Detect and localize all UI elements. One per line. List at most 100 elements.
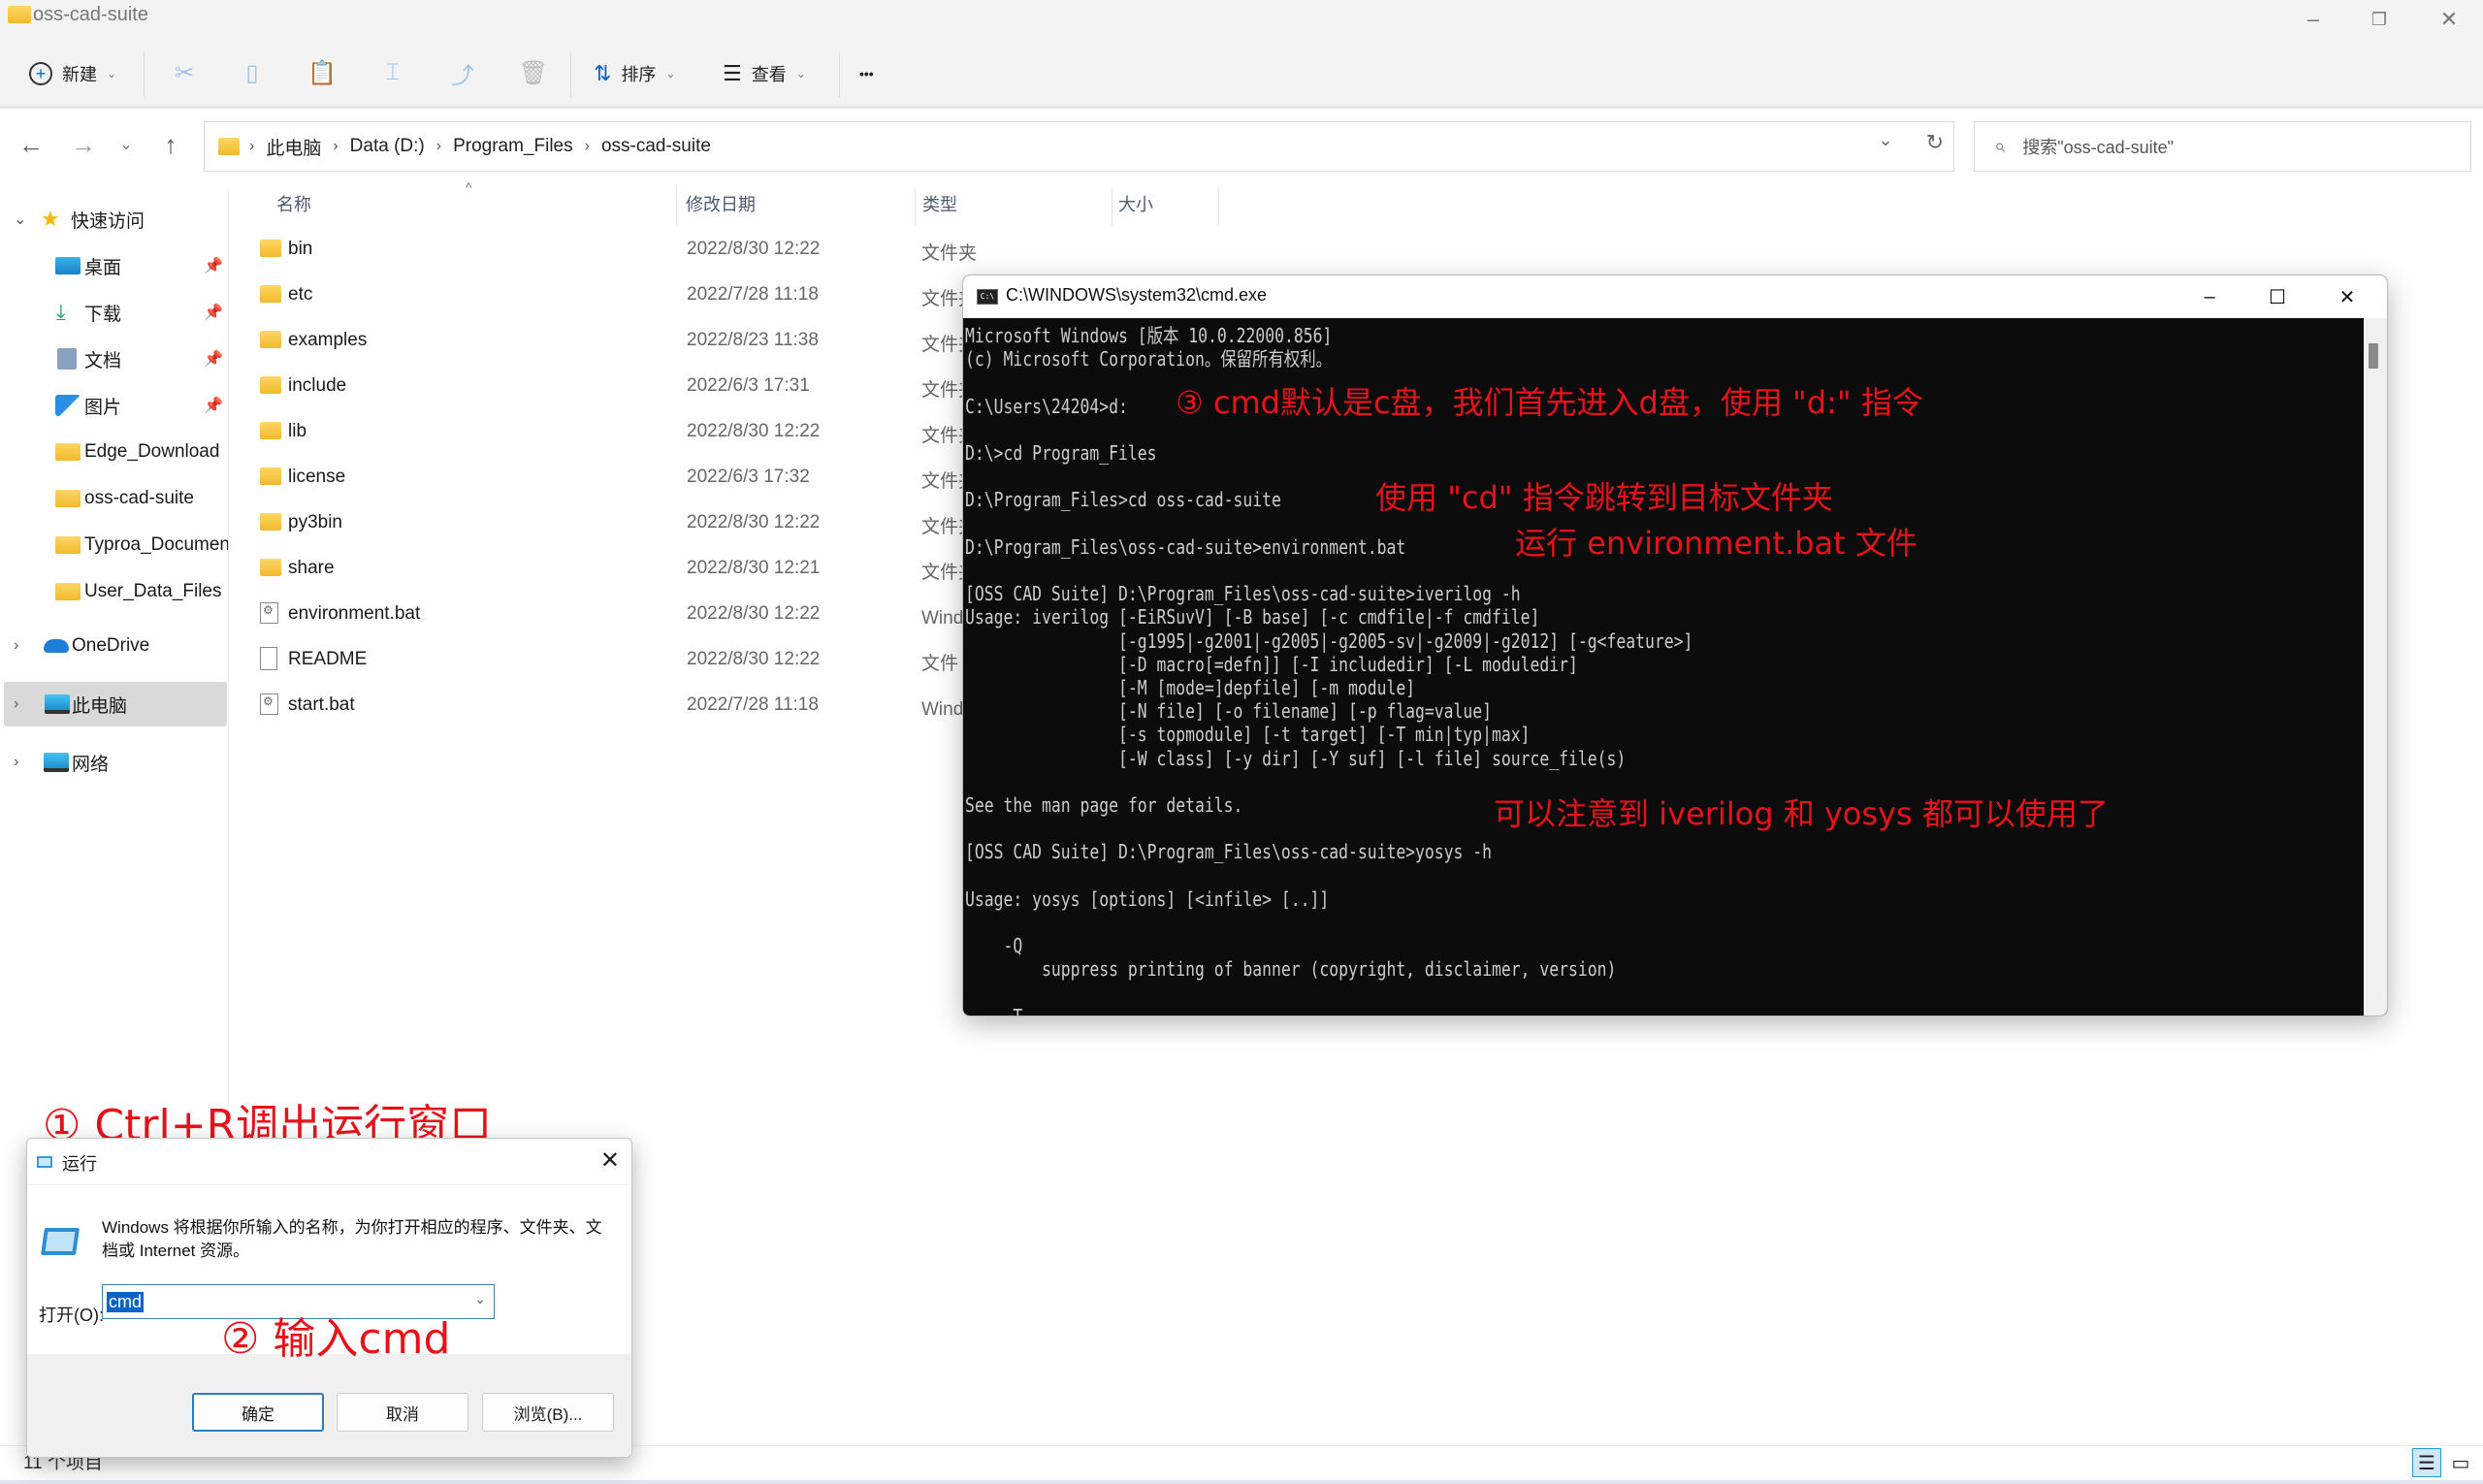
plus-circle-icon: + <box>29 62 52 85</box>
file-name: include <box>288 375 347 396</box>
sidebar-item-typroa-documents[interactable]: Typroa_Documents <box>0 523 229 567</box>
folder-icon <box>55 583 81 600</box>
up-button[interactable]: ↑ <box>153 125 188 164</box>
new-button[interactable]: + 新建 ⌄ <box>29 52 116 95</box>
column-header-name[interactable]: 名称 <box>276 179 311 228</box>
batch-file-icon <box>260 694 278 715</box>
cmd-icon: C:\ <box>977 289 998 305</box>
sidebar-label: OneDrive <box>72 635 150 656</box>
chevron-right-icon: › <box>14 695 19 712</box>
view-button[interactable]: ☰ 查看 ⌄ <box>723 52 806 95</box>
column-divider[interactable] <box>915 187 916 226</box>
sidebar-item-documents[interactable]: 文档 📌 <box>0 337 229 381</box>
share-icon[interactable]: ⤴ <box>448 58 477 89</box>
sidebar-label: oss-cad-suite <box>84 488 194 508</box>
column-divider[interactable] <box>1218 187 1219 226</box>
cmd-maximize-button[interactable]: ☐ <box>2243 275 2311 318</box>
chevron-right-icon: › <box>584 138 590 154</box>
annotation-step2: ② 输入cmd <box>221 1314 451 1364</box>
batch-file-icon <box>260 602 278 624</box>
address-bar[interactable]: › 此电脑 › Data (D:) › Program_Files › oss-… <box>204 121 1954 172</box>
restore-button[interactable]: ❐ <box>2345 0 2413 39</box>
column-header-type[interactable]: 类型 <box>922 179 957 228</box>
sidebar-item-network[interactable]: › 网络 <box>0 740 229 785</box>
console-line: [OSS CAD Suite] D:\Program_Files\oss-cad… <box>965 582 1521 606</box>
chevron-right-icon: › <box>14 637 19 654</box>
file-row[interactable]: bin 2022/8/30 12:22 文件夹 <box>233 228 1300 274</box>
file-name: bin <box>288 239 313 259</box>
cmd-close-button[interactable]: ✕ <box>2313 275 2381 318</box>
sidebar-item-user-data-files[interactable]: User_Data_Files <box>0 569 229 614</box>
console-line: [-W class] [-y dir] [-Y suf] [-l file] s… <box>965 746 1627 770</box>
tiles-view-icon[interactable]: ▭ <box>2446 1448 2475 1477</box>
file-date: 2022/7/28 11:18 <box>687 284 819 305</box>
file-name: license <box>288 467 346 487</box>
paste-icon[interactable]: 📋 <box>307 58 337 87</box>
open-input-value[interactable]: cmd <box>107 1291 145 1312</box>
column-divider[interactable] <box>676 187 677 226</box>
console-line: -Q <box>965 934 1023 958</box>
console-line: Microsoft Windows [版本 10.0.22000.856] <box>965 324 1333 347</box>
file-icon <box>260 647 277 670</box>
more-options-button[interactable]: ••• <box>859 52 874 95</box>
console-line: D:\Program_Files\oss-cad-suite>environme… <box>965 534 1406 559</box>
breadcrumb-item[interactable]: Data (D:) <box>350 136 425 157</box>
run-footer: 确定 取消 浏览(B)... <box>27 1354 631 1457</box>
sidebar-item-this-pc[interactable]: › 此电脑 <box>4 682 227 726</box>
file-name: etc <box>288 284 313 305</box>
chevron-down-icon[interactable]: ⌄ <box>474 1291 486 1307</box>
view-list-icon: ☰ <box>723 61 742 85</box>
sort-button[interactable]: ⇅ 排序 ⌄ <box>594 52 676 95</box>
search-placeholder: 搜索"oss-cad-suite" <box>2022 138 2175 157</box>
sidebar-item-onedrive[interactable]: › OneDrive <box>0 624 229 668</box>
delete-icon[interactable]: 🗑 <box>519 58 548 87</box>
details-view-icon[interactable]: ☰ <box>2412 1448 2441 1477</box>
run-close-button[interactable]: ✕ <box>600 1146 620 1175</box>
console-line: -T <box>965 1004 1023 1016</box>
column-divider[interactable] <box>1112 187 1113 226</box>
cmd-scrollbar[interactable] <box>2364 318 2387 1016</box>
forward-button[interactable]: → <box>66 125 101 164</box>
sidebar-item-edge-download[interactable]: Edge_Download <box>0 430 229 474</box>
rename-icon[interactable]: ⌶ <box>378 58 407 87</box>
sidebar-item-quick-access[interactable]: ⌄ ★ 快速访问 <box>0 197 229 242</box>
scrollbar-thumb[interactable] <box>2369 343 2378 369</box>
file-name: lib <box>288 421 307 441</box>
sidebar-item-desktop[interactable]: 桌面 📌 <box>0 243 229 288</box>
cmd-minimize-button[interactable]: – <box>2176 275 2243 318</box>
sidebar-item-oss-cad-suite[interactable]: oss-cad-suite <box>0 476 229 521</box>
explorer-titlebar: oss-cad-suite – ❐ ✕ <box>0 0 2483 39</box>
ok-button[interactable]: 确定 <box>192 1393 324 1432</box>
chevron-right-icon: › <box>249 138 255 154</box>
pin-icon: 📌 <box>204 398 223 414</box>
console-output[interactable]: Microsoft Windows [版本 10.0.22000.856] (c)… <box>963 318 2366 1016</box>
folder-icon <box>260 513 281 531</box>
search-input[interactable]: ⌕ 搜索"oss-cad-suite" <box>1974 121 2471 172</box>
new-label: 新建 <box>62 65 97 84</box>
breadcrumb-item[interactable]: Program_Files <box>453 136 573 157</box>
address-history-dropdown[interactable]: ⌄ <box>1878 130 1892 155</box>
back-button[interactable]: ← <box>14 125 48 164</box>
sidebar-item-pictures[interactable]: 图片 📌 <box>0 383 229 428</box>
column-header-size[interactable]: 大小 <box>1118 179 1153 228</box>
close-button[interactable]: ✕ <box>2415 0 2483 39</box>
chevron-down-icon: ⌄ <box>14 211 27 228</box>
recent-locations-button[interactable]: ⌄ <box>109 125 144 164</box>
file-name: README <box>288 649 368 669</box>
column-header-date[interactable]: 修改日期 <box>686 179 756 228</box>
breadcrumb-item[interactable]: oss-cad-suite <box>601 136 711 157</box>
console-line: [-N file] [-o filename] [-p flag=value] <box>965 699 1493 724</box>
view-label: 查看 <box>751 65 787 84</box>
browse-button[interactable]: 浏览(B)... <box>482 1393 614 1432</box>
cut-icon[interactable]: ✂ <box>170 58 199 87</box>
sidebar-item-downloads[interactable]: ⤓ 下载 📌 <box>0 290 229 335</box>
sort-icon: ⇅ <box>594 61 612 85</box>
refresh-icon[interactable]: ↻ <box>1926 130 1944 155</box>
folder-icon <box>260 468 281 485</box>
minimize-button[interactable]: – <box>2279 0 2347 39</box>
breadcrumb-item[interactable]: 此电脑 <box>266 134 321 160</box>
download-icon: ⤓ <box>56 300 66 324</box>
cancel-button[interactable]: 取消 <box>337 1393 468 1432</box>
copy-icon[interactable]: ▯ <box>238 58 267 87</box>
file-date: 2022/6/3 17:32 <box>687 467 810 487</box>
